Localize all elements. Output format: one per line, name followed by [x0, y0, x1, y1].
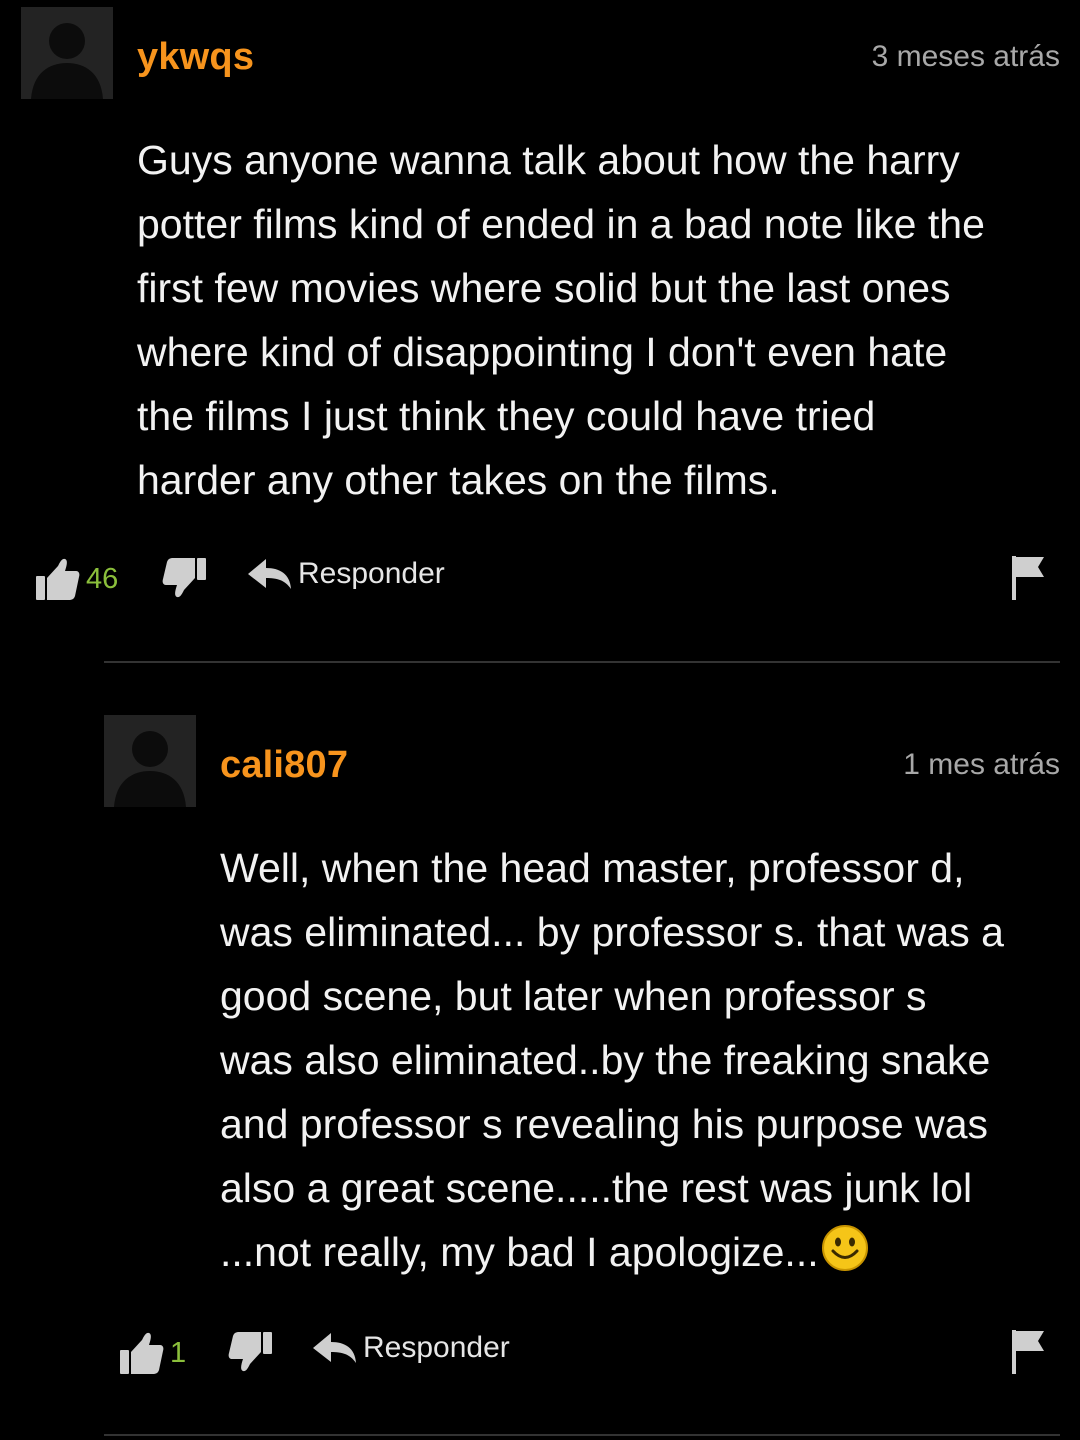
- flag-icon: [1012, 556, 1044, 600]
- like-count: 1: [170, 1336, 187, 1369]
- flag-button[interactable]: [1010, 554, 1046, 602]
- comment-line: first few movies where solid but the las…: [137, 265, 951, 311]
- comment-line: the films I just think they could have t…: [137, 393, 876, 439]
- thumbs-down-icon: [228, 1332, 272, 1372]
- comment-line: was also eliminated..by the freaking sna…: [220, 1037, 991, 1083]
- flag-button[interactable]: [1010, 1328, 1046, 1376]
- comment-line: harder any other takes on the films.: [137, 457, 780, 503]
- comment-line: was eliminated... by professor s. that w…: [220, 909, 1004, 955]
- reply-button[interactable]: Responder: [311, 1330, 510, 1366]
- comment-ykwqs: ykwqs 3 meses atrás Guys anyone wanna ta…: [0, 0, 1080, 660]
- reply-arrow-icon: [248, 559, 291, 589]
- avatar[interactable]: [104, 715, 196, 807]
- username[interactable]: cali807: [220, 744, 348, 787]
- like-button[interactable]: 1: [118, 1330, 186, 1376]
- flag-icon: [1012, 1330, 1044, 1374]
- comment-line: Well, when the head master, professor d,: [220, 845, 965, 891]
- comment-line: and professor s revealing his purpose wa…: [220, 1101, 989, 1147]
- dislike-button[interactable]: [228, 1330, 274, 1374]
- comment-line: where kind of disappointing I don't even…: [137, 329, 948, 375]
- smiley-icon: [821, 1225, 868, 1271]
- comment-line: also a great scene.....the rest was junk…: [220, 1165, 973, 1211]
- username[interactable]: ykwqs: [137, 36, 254, 79]
- comment-line: good scene, but later when professor s: [220, 973, 927, 1019]
- timestamp: 1 mes atrás: [903, 748, 1060, 781]
- comment-body: Well, when the head master, professor d,…: [220, 836, 1004, 1284]
- comment-cali807: cali807 1 mes atrás Well, when the head …: [0, 700, 1080, 1420]
- reply-arrow-icon: [313, 1333, 356, 1363]
- reply-label: Responder: [298, 557, 445, 590]
- default-avatar-icon: [104, 715, 196, 807]
- timestamp: 3 meses atrás: [871, 40, 1060, 73]
- comment-divider: [104, 1434, 1060, 1436]
- thumbs-down-icon: [162, 558, 206, 598]
- avatar[interactable]: [21, 7, 113, 99]
- reply-label: Responder: [363, 1331, 510, 1364]
- comment-line-last: ...not really, my bad I apologize...: [220, 1220, 1004, 1284]
- comment-body: Guys anyone wanna talk about how the har…: [137, 128, 985, 512]
- comment-line: Guys anyone wanna talk about how the har…: [137, 137, 960, 183]
- thumbs-up-icon: [120, 1332, 164, 1374]
- like-count: 46: [86, 562, 119, 595]
- default-avatar-icon: [21, 7, 113, 99]
- comment-divider: [104, 661, 1060, 663]
- comment-actions: 1 Responder: [0, 1322, 1080, 1382]
- like-button[interactable]: 46: [34, 556, 118, 602]
- comment-line: potter films kind of ended in a bad note…: [137, 201, 985, 247]
- comment-line: ...not really, my bad I apologize...: [220, 1229, 819, 1275]
- thumbs-up-icon: [36, 558, 80, 600]
- comment-actions: 46 Responder: [0, 550, 1080, 610]
- dislike-button[interactable]: [162, 556, 208, 600]
- reply-button[interactable]: Responder: [246, 556, 445, 592]
